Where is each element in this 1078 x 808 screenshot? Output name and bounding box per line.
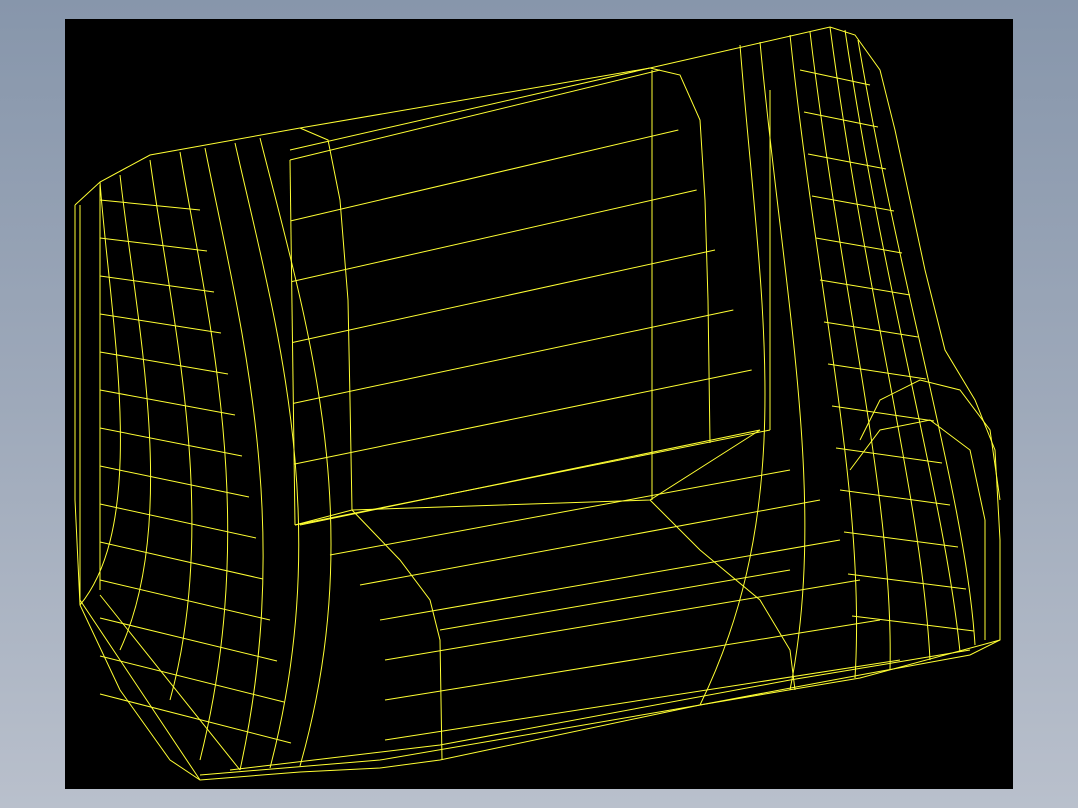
left-arm-rung-edge [99, 275, 215, 293]
seat-horizontal-edge [299, 429, 761, 526]
right-arm-rung-edge [815, 237, 903, 254]
right-arm-rung-edge [835, 447, 943, 464]
back-horizontal-edge [294, 429, 771, 526]
left-arm-rung-edge [99, 503, 257, 539]
left-arm-rung-edge [99, 237, 208, 252]
back-horizontal-edge [294, 369, 752, 465]
front-bottom-edge [199, 639, 1001, 776]
right-arm-rung-edge [823, 321, 919, 338]
seat-horizontal-edge [384, 659, 901, 741]
wireframe-model [74, 26, 1001, 781]
back-horizontal-edge [289, 69, 661, 161]
back-right-curve [649, 67, 711, 444]
left-arm-rung-edge [99, 579, 271, 621]
front-bottom-edge [229, 649, 971, 771]
cad-viewport[interactable] [65, 19, 1013, 789]
left-arm-flow-edge [149, 159, 193, 701]
right-arm-flow-edge [857, 39, 976, 646]
left-arm-rung-edge [99, 617, 278, 662]
back-horizontal-edge [293, 309, 734, 404]
left-arm-rung-edge [99, 351, 229, 375]
right-arm-rung-edge [799, 69, 871, 86]
left-arm-rung-edge [99, 199, 201, 211]
left-arm-rung-edge [99, 655, 285, 703]
right-arm-flow-edge [829, 26, 931, 661]
right-arm-rung-edge [827, 363, 927, 380]
right-arm-rung-edge [811, 195, 895, 212]
seat-horizontal-edge [379, 539, 841, 621]
back-top-edge [289, 67, 651, 151]
left-arm-flow-edge [204, 147, 264, 771]
right-arm-roll-edge [859, 379, 1001, 501]
seat-horizontal-edge [329, 469, 791, 556]
left-arm-flow-edge [259, 137, 332, 767]
left-arm-rung-edge [99, 541, 264, 580]
left-arm-base-edge [79, 599, 201, 781]
right-arm-flow-edge [699, 44, 766, 706]
outline-edge [74, 26, 1001, 781]
left-arm-flow-edge [119, 174, 152, 651]
seat-front-curve [351, 509, 443, 761]
seat-horizontal-edge [359, 499, 821, 586]
left-arm-flow-edge [179, 151, 229, 761]
right-arm-rung-edge [831, 405, 935, 422]
right-arm-rung-edge [819, 279, 911, 296]
seat-horizontal-edge [384, 619, 881, 701]
left-arm-rung-edge [99, 313, 222, 334]
right-arm-rung-edge [843, 531, 959, 548]
left-arm-rung-edge [99, 427, 243, 457]
right-arm-rung-edge [839, 489, 951, 506]
right-arm-rung-edge [847, 573, 967, 590]
right-arm-rung-edge [803, 111, 879, 128]
back-horizontal-edge [291, 189, 697, 283]
left-arm-rung-edge [99, 693, 292, 744]
left-arm-base-edge [99, 594, 241, 771]
left-arm-flow-edge [234, 142, 300, 769]
right-arm-rung-edge [807, 153, 887, 170]
